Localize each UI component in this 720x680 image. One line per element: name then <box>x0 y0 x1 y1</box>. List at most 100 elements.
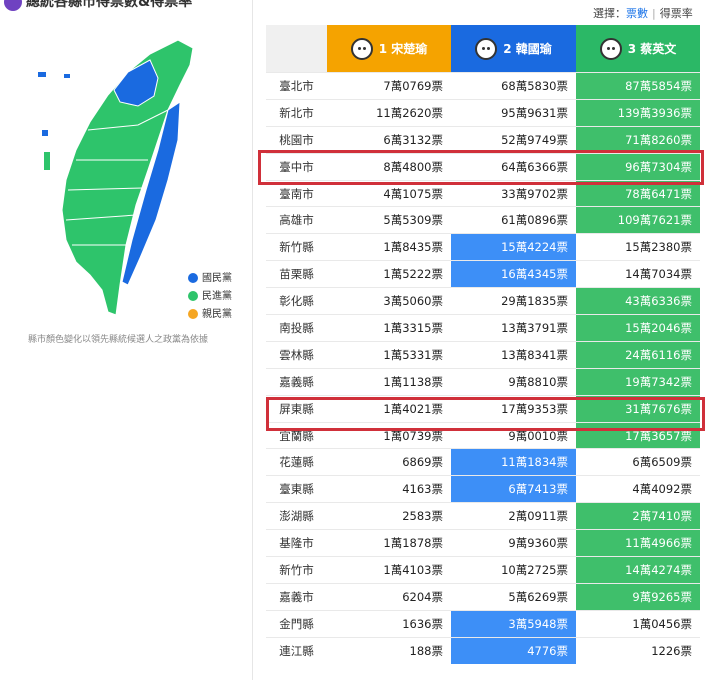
votes-cell-candidate-1: 1萬3315票 <box>327 314 451 342</box>
table-row: 雲林縣 1萬5331票 13萬8341票 24萬6116票 <box>266 340 700 369</box>
votes-cell-candidate-2: 95萬9631票 <box>451 98 576 127</box>
table-row: 基隆市 1萬1878票 9萬9360票 11萬4966票 <box>266 529 700 557</box>
county-cell: 嘉義市 <box>266 582 327 611</box>
votes-cell-candidate-2: 16萬4345票 <box>451 260 576 288</box>
votes-cell-candidate-2: 15萬4224票 <box>451 233 576 261</box>
votes-cell-candidate-2: 52萬9749票 <box>451 125 576 154</box>
votes-cell-candidate-1: 5萬5309票 <box>327 206 451 234</box>
panel-divider <box>252 0 253 680</box>
display-selector: 選擇：票數 | 得票率 <box>593 7 693 20</box>
table-row: 連江縣 188票 4776票 1226票 <box>266 636 700 665</box>
table-row: 屏東縣 1萬4021票 17萬9353票 31萬7676票 <box>266 394 700 423</box>
votes-cell-candidate-2: 11萬1834票 <box>451 448 576 476</box>
votes-cell-candidate-3: 109萬7621票 <box>576 206 700 234</box>
votes-cell-candidate-1: 6204票 <box>327 582 451 611</box>
county-cell: 金門縣 <box>266 609 327 638</box>
votes-cell-candidate-3: 139萬3936票 <box>576 98 700 127</box>
votes-cell-candidate-3: 15萬2380票 <box>576 233 700 261</box>
county-cell: 宜蘭縣 <box>266 421 327 449</box>
votes-cell-candidate-2: 10萬2725票 <box>451 556 576 584</box>
table-row: 嘉義市 6204票 5萬6269票 9萬9265票 <box>266 582 700 611</box>
votes-cell-candidate-1: 1萬5331票 <box>327 340 451 369</box>
votes-cell-candidate-2: 64萬6366票 <box>451 152 576 181</box>
votes-cell-candidate-3: 31萬7676票 <box>576 394 700 423</box>
map-legend: 國民黨 民進黨 親民黨 <box>188 270 232 324</box>
header-candidate-1[interactable]: 1 宋楚瑜 <box>327 25 451 73</box>
votes-cell-candidate-1: 1萬4103票 <box>327 556 451 584</box>
county-cell: 花蓮縣 <box>266 448 327 476</box>
votes-cell-candidate-2: 4776票 <box>451 636 576 665</box>
votes-cell-candidate-2: 2萬0911票 <box>451 502 576 530</box>
votes-cell-candidate-3: 2萬7410票 <box>576 502 700 530</box>
map-panel: 總統各縣市得票數&得票率 國民黨 民進黨 親民黨 縣市顏色變化以領先縣統候選人之… <box>0 0 262 680</box>
county-cell: 連江縣 <box>266 636 327 665</box>
votes-cell-candidate-2: 13萬3791票 <box>451 314 576 342</box>
county-cell: 高雄市 <box>266 206 327 234</box>
map-island-matsu[interactable] <box>38 72 46 77</box>
county-cell: 基隆市 <box>266 529 327 557</box>
section-title-text: 總統各縣市得票數&得票率 <box>26 0 193 10</box>
county-cell: 臺北市 <box>266 72 327 100</box>
votes-cell-candidate-1: 2583票 <box>327 502 451 530</box>
votes-cell-candidate-3: 87萬5854票 <box>576 72 700 100</box>
table-row: 彰化縣 3萬5060票 29萬1835票 43萬6336票 <box>266 287 700 315</box>
votes-cell-candidate-3: 19萬7342票 <box>576 367 700 396</box>
table-row: 臺中市 8萬4800票 64萬6366票 96萬7304票 <box>266 152 700 181</box>
table-row: 宜蘭縣 1萬0739票 9萬0010票 17萬3657票 <box>266 421 700 449</box>
table-row: 澎湖縣 2583票 2萬0911票 2萬7410票 <box>266 502 700 530</box>
county-cell: 南投縣 <box>266 314 327 342</box>
map-island-penghu[interactable] <box>44 152 50 170</box>
votes-cell-candidate-1: 1萬4021票 <box>327 394 451 423</box>
legend-item-dpp: 民進黨 <box>188 288 232 306</box>
votes-cell-candidate-1: 4萬1075票 <box>327 179 451 207</box>
option-rate[interactable]: 得票率 <box>660 7 693 20</box>
votes-cell-candidate-2: 61萬0896票 <box>451 206 576 234</box>
table-header-row: 1 宋楚瑜 2 韓國瑜 3 蔡英文 <box>266 25 700 73</box>
results-table-container: 1 宋楚瑜 2 韓國瑜 3 蔡英文 臺北市 7萬0769票 68萬5830票 87萬5… <box>258 25 705 665</box>
votes-cell-candidate-2: 9萬0010票 <box>451 421 576 449</box>
option-votes[interactable]: 票數 <box>626 7 648 20</box>
votes-cell-candidate-1: 6萬3132票 <box>327 125 451 154</box>
table-row: 花蓮縣 6869票 11萬1834票 6萬6509票 <box>266 448 700 476</box>
county-cell: 屏東縣 <box>266 394 327 423</box>
votes-cell-candidate-1: 1636票 <box>327 609 451 638</box>
votes-cell-candidate-2: 9萬9360票 <box>451 529 576 557</box>
votes-cell-candidate-1: 11萬2620票 <box>327 98 451 127</box>
votes-cell-candidate-2: 29萬1835票 <box>451 287 576 315</box>
header-candidate-3[interactable]: 3 蔡英文 <box>576 25 700 73</box>
votes-cell-candidate-3: 71萬8260票 <box>576 125 700 154</box>
header-candidate-2[interactable]: 2 韓國瑜 <box>451 25 576 73</box>
table-row: 高雄市 5萬5309票 61萬0896票 109萬7621票 <box>266 206 700 234</box>
county-cell: 苗栗縣 <box>266 260 327 288</box>
county-cell: 新竹市 <box>266 556 327 584</box>
votes-cell-candidate-3: 1226票 <box>576 636 700 665</box>
votes-cell-candidate-3: 6萬6509票 <box>576 448 700 476</box>
votes-cell-candidate-3: 14萬7034票 <box>576 260 700 288</box>
candidate-2-avatar-icon <box>475 37 498 60</box>
table-row: 新北市 11萬2620票 95萬9631票 139萬3936票 <box>266 98 700 127</box>
votes-cell-candidate-3: 9萬9265票 <box>576 582 700 611</box>
table-row: 南投縣 1萬3315票 13萬3791票 15萬2046票 <box>266 314 700 342</box>
table-row: 新竹市 1萬4103票 10萬2725票 14萬4274票 <box>266 556 700 584</box>
table-row: 臺東縣 4163票 6萬7413票 4萬4092票 <box>266 475 700 503</box>
map-island-kinmen[interactable] <box>42 130 48 136</box>
county-cell: 彰化縣 <box>266 287 327 315</box>
votes-cell-candidate-2: 5萬6269票 <box>451 582 576 611</box>
legend-dot-pfp <box>188 309 198 319</box>
votes-cell-candidate-1: 4163票 <box>327 475 451 503</box>
table-row: 苗栗縣 1萬5222票 16萬4345票 14萬7034票 <box>266 260 700 288</box>
taiwan-map[interactable] <box>28 30 198 320</box>
votes-cell-candidate-3: 78萬6471票 <box>576 179 700 207</box>
votes-cell-candidate-3: 43萬6336票 <box>576 287 700 315</box>
table-row: 桃園市 6萬3132票 52萬9749票 71萬8260票 <box>266 125 700 154</box>
votes-cell-candidate-3: 24萬6116票 <box>576 340 700 369</box>
votes-cell-candidate-1: 3萬5060票 <box>327 287 451 315</box>
votes-cell-candidate-1: 1萬0739票 <box>327 421 451 449</box>
votes-cell-candidate-2: 68萬5830票 <box>451 72 576 100</box>
votes-cell-candidate-3: 14萬4274票 <box>576 556 700 584</box>
county-cell: 臺中市 <box>266 152 327 181</box>
votes-cell-candidate-3: 11萬4966票 <box>576 529 700 557</box>
legend-dot-dpp <box>188 291 198 301</box>
legend-dot-kmt <box>188 273 198 283</box>
table-row: 嘉義縣 1萬1138票 9萬8810票 19萬7342票 <box>266 367 700 396</box>
